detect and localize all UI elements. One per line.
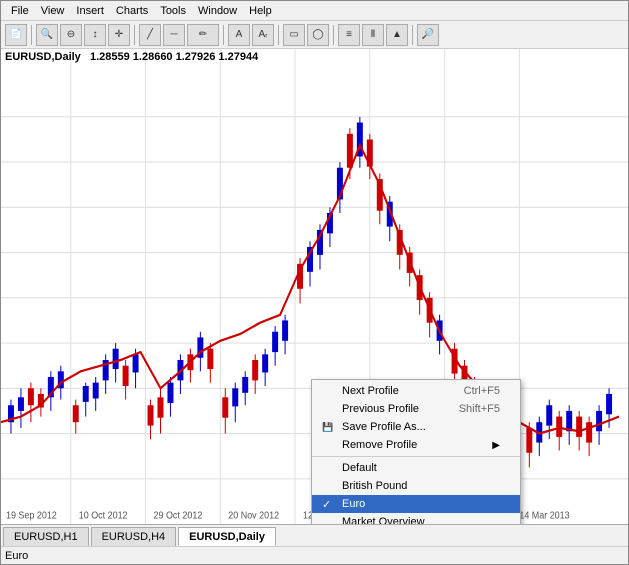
app-window: File View Insert Charts Tools Window Hel…: [0, 0, 629, 565]
menu-insert[interactable]: Insert: [70, 5, 110, 17]
save-profile-label: Save Profile As...: [342, 421, 426, 433]
chart-symbol: EURUSD,Daily: [5, 51, 81, 63]
menu-window[interactable]: Window: [192, 5, 243, 17]
ellipse-btn[interactable]: ◯: [307, 24, 329, 46]
scroll-btn[interactable]: ↕: [84, 24, 106, 46]
british-pound-label: British Pound: [342, 480, 407, 492]
market-overview-label: Market Overview: [342, 516, 425, 524]
fib2-btn[interactable]: Ⅱ: [362, 24, 384, 46]
draw-btn[interactable]: ✏: [187, 24, 219, 46]
euro-label: Euro: [342, 498, 365, 510]
separator-4: [278, 25, 279, 45]
svg-text:10 Oct 2012: 10 Oct 2012: [79, 510, 128, 522]
euro-checkmark: ✓: [322, 498, 331, 511]
tab-eurusd-h1-label: EURUSD,H1: [14, 531, 78, 543]
tab-eurusd-daily[interactable]: EURUSD,Daily: [178, 527, 276, 546]
zoom-out-btn[interactable]: ⊖: [60, 24, 82, 46]
default-label: Default: [342, 462, 377, 474]
separator-5: [333, 25, 334, 45]
status-text: Euro: [5, 550, 28, 562]
toolbar: 📄 🔍 ⊖ ↕ ✛ ╱ ─ ✏ A Aᵣ ▭ ◯ ≡ Ⅱ ▲ 🔎: [1, 21, 628, 49]
save-profile-icon: 💾: [320, 419, 336, 435]
fibs-btn[interactable]: ≡: [338, 24, 360, 46]
tab-eurusd-h4[interactable]: EURUSD,H4: [91, 527, 177, 546]
tab-bar: EURUSD,H1 EURUSD,H4 EURUSD,Daily: [1, 524, 628, 546]
context-menu: Next Profile Ctrl+F5 Previous Profile Sh…: [311, 379, 521, 524]
fib3-btn[interactable]: ▲: [386, 24, 408, 46]
menu-item-euro[interactable]: ✓ Euro: [312, 495, 520, 513]
next-profile-label: Next Profile: [342, 385, 399, 397]
menu-charts[interactable]: Charts: [110, 5, 154, 17]
chart-info: EURUSD,Daily 1.28559 1.28660 1.27926 1.2…: [5, 51, 258, 63]
next-profile-shortcut: Ctrl+F5: [464, 385, 500, 397]
menu-view[interactable]: View: [35, 5, 71, 17]
line-btn[interactable]: ╱: [139, 24, 161, 46]
chart-container: EURUSD,Daily 1.28559 1.28660 1.27926 1.2…: [1, 49, 628, 524]
svg-text:19 Sep 2012: 19 Sep 2012: [6, 510, 57, 522]
menu-item-market-overview[interactable]: Market Overview: [312, 513, 520, 524]
menu-bar: File View Insert Charts Tools Window Hel…: [1, 1, 628, 21]
menu-item-remove-profile[interactable]: Remove Profile ▶: [312, 436, 520, 454]
rectangle-btn[interactable]: ▭: [283, 24, 305, 46]
menu-tools[interactable]: Tools: [154, 5, 192, 17]
new-chart-btn[interactable]: 📄: [5, 24, 27, 46]
menu-item-default[interactable]: Default: [312, 459, 520, 477]
tab-eurusd-daily-label: EURUSD,Daily: [189, 531, 265, 543]
remove-profile-arrow: ▶: [492, 440, 500, 451]
hline-btn[interactable]: ─: [163, 24, 185, 46]
label-btn[interactable]: Aᵣ: [252, 24, 274, 46]
svg-text:14 Mar 2013: 14 Mar 2013: [519, 510, 569, 522]
previous-profile-label: Previous Profile: [342, 403, 419, 415]
menu-item-next-profile[interactable]: Next Profile Ctrl+F5: [312, 382, 520, 400]
magnifier-btn[interactable]: 🔎: [417, 24, 439, 46]
separator-3: [223, 25, 224, 45]
separator-2: [134, 25, 135, 45]
remove-profile-label: Remove Profile: [342, 439, 417, 451]
chart-prices: 1.28559 1.28660 1.27926 1.27944: [90, 51, 258, 63]
menu-item-british-pound[interactable]: British Pound: [312, 477, 520, 495]
previous-profile-shortcut: Shift+F5: [459, 403, 500, 415]
separator-1: [31, 25, 32, 45]
menu-help[interactable]: Help: [243, 5, 278, 17]
separator-6: [412, 25, 413, 45]
zoom-in-btn[interactable]: 🔍: [36, 24, 58, 46]
text-btn[interactable]: A: [228, 24, 250, 46]
status-bar: Euro: [1, 546, 628, 564]
crosshair-btn[interactable]: ✛: [108, 24, 130, 46]
menu-separator-1: [312, 456, 520, 457]
tab-eurusd-h4-label: EURUSD,H4: [102, 531, 166, 543]
tab-eurusd-h1[interactable]: EURUSD,H1: [3, 527, 89, 546]
svg-text:29 Oct 2012: 29 Oct 2012: [154, 510, 203, 522]
menu-item-save-profile[interactable]: 💾 Save Profile As...: [312, 418, 520, 436]
menu-file[interactable]: File: [5, 5, 35, 17]
menu-item-previous-profile[interactable]: Previous Profile Shift+F5: [312, 400, 520, 418]
svg-text:20 Nov 2012: 20 Nov 2012: [228, 510, 279, 522]
